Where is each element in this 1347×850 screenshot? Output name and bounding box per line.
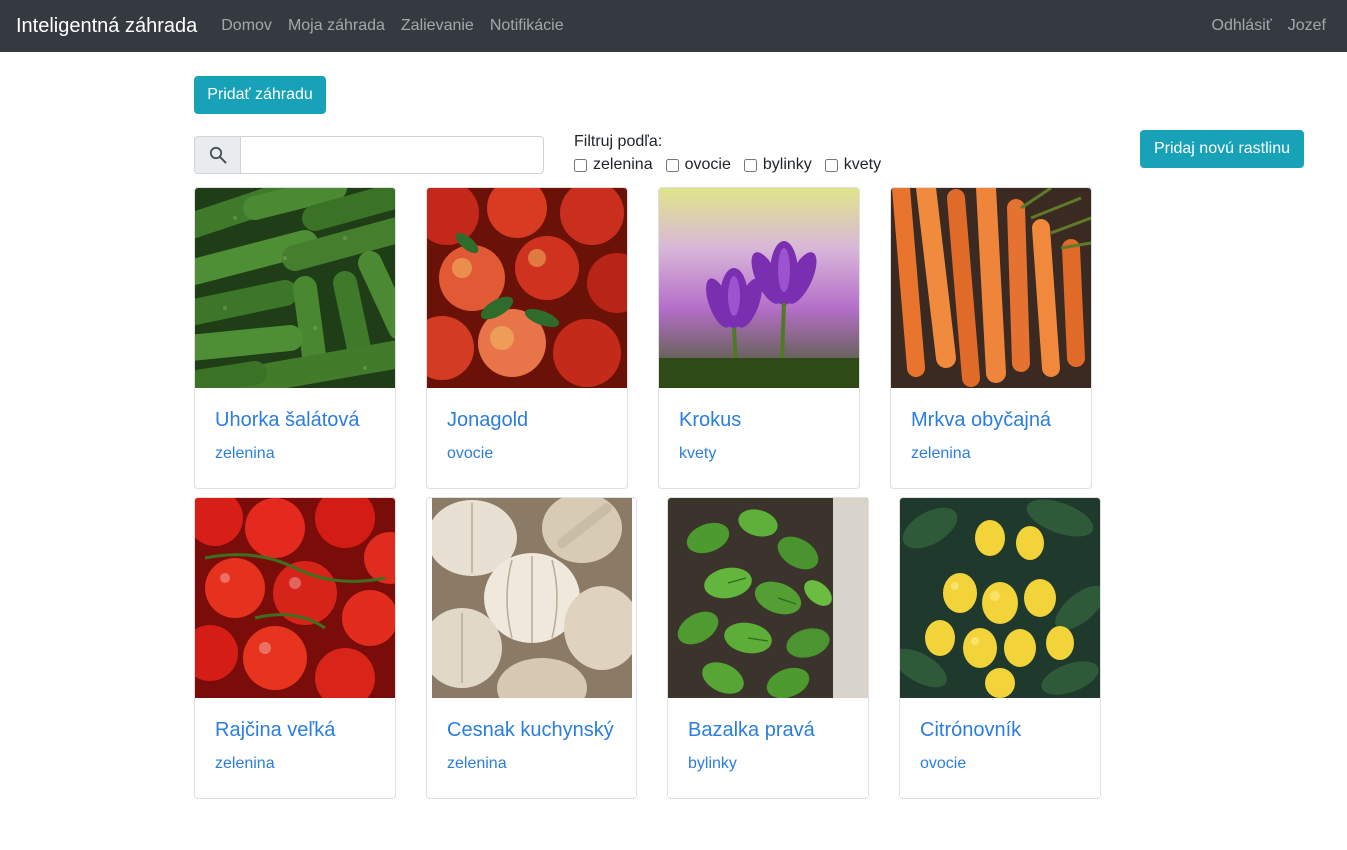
filter-label: ovocie (684, 156, 731, 173)
plant-name[interactable]: Cesnak kuchynský (447, 718, 616, 742)
plant-image-tomatoes (195, 498, 395, 698)
search-input[interactable] (240, 136, 544, 174)
plant-card[interactable]: Uhorka šalátová zelenina (194, 187, 396, 489)
plant-category[interactable]: bylinky (688, 754, 848, 774)
filter-panel: Filtruj podľa: zelenina ovocie bylinky k… (574, 132, 894, 174)
add-plant-button[interactable]: Pridaj novú rastlinu (1140, 130, 1304, 168)
plant-name[interactable]: Jonagold (447, 408, 607, 432)
plant-category[interactable]: ovocie (447, 444, 607, 464)
filter-option-ovocie[interactable]: ovocie (665, 156, 731, 174)
plant-category[interactable]: zelenina (215, 754, 375, 774)
plant-category[interactable]: ovocie (920, 754, 1080, 774)
nav-link-domov[interactable]: Domov (213, 17, 280, 35)
card-body: Uhorka šalátová zelenina (195, 388, 395, 484)
filter-option-bylinky[interactable]: bylinky (743, 156, 812, 174)
filter-title: Filtruj podľa: (574, 133, 663, 150)
filter-label: zelenina (593, 156, 653, 173)
plant-card[interactable]: Jonagold ovocie (426, 187, 628, 489)
plant-category[interactable]: kvety (679, 444, 839, 464)
plant-image-cucumbers (195, 188, 395, 388)
filter-checkbox-zelenina[interactable] (574, 158, 587, 172)
plant-category[interactable]: zelenina (447, 754, 616, 774)
card-body: Citrónovník ovocie (900, 698, 1100, 794)
card-body: Krokus kvety (659, 388, 859, 484)
plant-name[interactable]: Uhorka šalátová (215, 408, 375, 432)
filter-label: kvety (843, 156, 882, 173)
nav-link-notifikacie[interactable]: Notifikácie (482, 17, 572, 35)
plant-name[interactable]: Citrónovník (920, 718, 1080, 742)
plant-card[interactable]: Rajčina veľká zelenina (194, 497, 396, 799)
nav-link-zalievanie[interactable]: Zalievanie (393, 17, 482, 35)
filter-option-kvety[interactable]: kvety (824, 156, 882, 174)
top-navbar: Inteligentná záhrada Domov Moja záhrada … (0, 0, 1347, 52)
card-body: Jonagold ovocie (427, 388, 627, 484)
plant-image-basil (668, 498, 868, 698)
plant-card[interactable]: Mrkva obyčajná zelenina (890, 187, 1092, 489)
plant-card[interactable]: Cesnak kuchynský zelenina (426, 497, 637, 799)
filter-label: bylinky (762, 156, 812, 173)
filter-checkbox-kvety[interactable] (824, 158, 838, 172)
plant-name[interactable]: Mrkva obyčajná (911, 408, 1071, 432)
search-group (194, 136, 544, 174)
plant-category[interactable]: zelenina (215, 444, 375, 464)
user-link[interactable]: Jozef (1280, 17, 1331, 35)
logout-link[interactable]: Odhlásiť (1204, 17, 1280, 35)
filter-options: zelenina ovocie bylinky kvety (574, 156, 894, 174)
search-icon (209, 146, 226, 164)
plant-image-garlic (431, 498, 632, 698)
card-body: Mrkva obyčajná zelenina (891, 388, 1091, 484)
card-body: Bazalka pravá bylinky (668, 698, 868, 794)
plant-image-lemons (900, 498, 1100, 698)
add-garden-button[interactable]: Pridať záhradu (194, 76, 326, 114)
plant-name[interactable]: Bazalka pravá (688, 718, 848, 742)
nav-link-moja-zahrada[interactable]: Moja záhrada (280, 17, 393, 35)
plant-image-carrots (891, 188, 1091, 388)
card-body: Rajčina veľká zelenina (195, 698, 395, 794)
plant-name[interactable]: Rajčina veľká (215, 718, 375, 742)
plant-card[interactable]: Citrónovník ovocie (899, 497, 1101, 799)
filter-checkbox-ovocie[interactable] (665, 158, 679, 172)
card-body: Cesnak kuchynský zelenina (427, 698, 636, 794)
navbar-right: Odhlásiť Jozef (1204, 17, 1332, 35)
filter-checkbox-bylinky[interactable] (743, 158, 757, 172)
plant-image-apples (427, 188, 627, 388)
plant-category[interactable]: zelenina (911, 444, 1071, 464)
plant-card[interactable]: Bazalka pravá bylinky (667, 497, 869, 799)
plant-name[interactable]: Krokus (679, 408, 839, 432)
plant-card[interactable]: Krokus kvety (658, 187, 860, 489)
filter-option-zelenina[interactable]: zelenina (574, 156, 653, 174)
brand-link[interactable]: Inteligentná záhrada (16, 15, 197, 38)
plant-image-crocus (659, 188, 859, 388)
search-icon-addon[interactable] (194, 136, 240, 174)
